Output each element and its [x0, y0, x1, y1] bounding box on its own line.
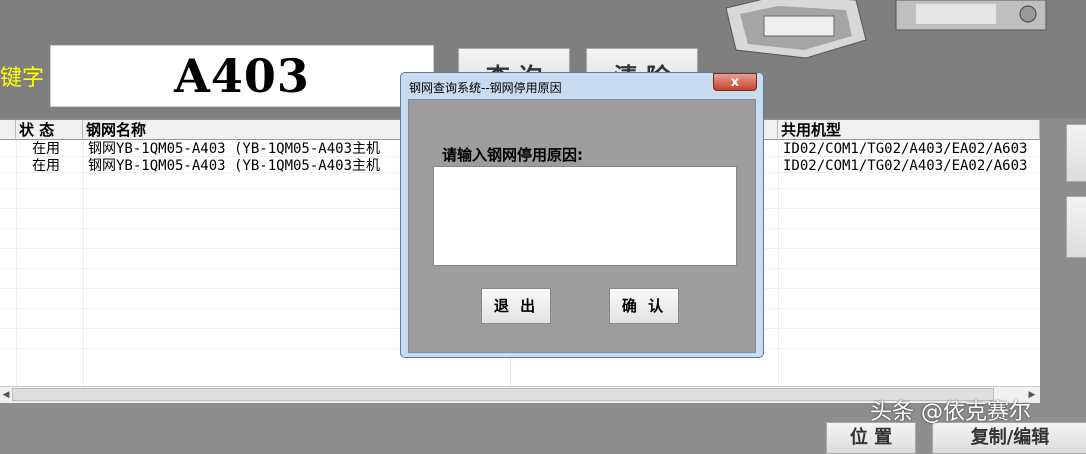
table-cell-name[interactable]: 钢网YB-1QM05-A403 (YB-1QM05-A403主机 — [88, 141, 408, 157]
stop-reason-input[interactable] — [433, 166, 737, 266]
dialog-prompt: 请输入钢网停用原因: — [442, 146, 583, 164]
table-header-prev — [0, 120, 16, 140]
side-button[interactable] — [1066, 124, 1086, 182]
scrollbar-thumb[interactable] — [12, 388, 994, 401]
table-cell-status[interactable]: 在用 — [32, 158, 60, 174]
table-header-status[interactable]: 状 态 — [16, 120, 83, 140]
exit-button[interactable]: 退 出 — [481, 288, 551, 324]
search-key-label: 键字 — [0, 66, 45, 91]
close-icon[interactable]: x — [713, 73, 757, 91]
confirm-button[interactable]: 确 认 — [609, 288, 679, 324]
column-divider — [778, 140, 779, 386]
search-input-value: A403 — [174, 49, 310, 103]
table-cell-models[interactable]: ID02/COM1/TG02/A403/EA02/A603 — [783, 141, 1040, 157]
search-input[interactable]: A403 — [50, 45, 434, 107]
stop-reason-dialog: 钢网查询系统--钢网停用原因 x 请输入钢网停用原因: 退 出 确 认 — [400, 72, 764, 358]
watermark: 头条 @依克赛尔 — [870, 400, 1031, 425]
scroll-left-icon[interactable]: ◀ — [0, 388, 12, 402]
dialog-body: 请输入钢网停用原因: 退 出 确 认 — [408, 99, 756, 353]
side-button[interactable] — [1066, 196, 1086, 258]
position-button[interactable]: 位 置 — [826, 422, 916, 454]
column-divider — [16, 140, 17, 386]
table-header-models[interactable]: 共用机型 — [778, 120, 1040, 140]
column-divider — [83, 140, 84, 386]
table-cell-status[interactable]: 在用 — [32, 141, 60, 157]
copy-edit-button[interactable]: 复制/编辑 — [932, 422, 1086, 454]
dialog-title: 钢网查询系统--钢网停用原因 — [409, 81, 562, 95]
table-cell-name[interactable]: 钢网YB-1QM05-A403 (YB-1QM05-A403主机 — [88, 158, 408, 174]
table-cell-models[interactable]: ID02/COM1/TG02/A403/EA02/A603 — [783, 158, 1040, 174]
machine-graphic — [706, 0, 1086, 80]
